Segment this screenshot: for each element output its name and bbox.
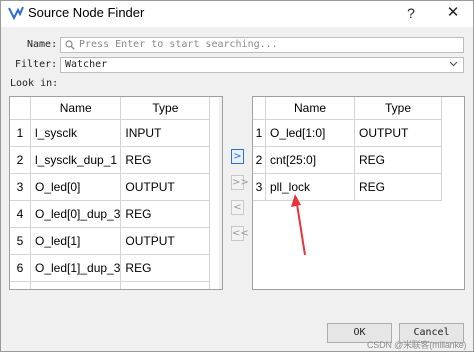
watermark-text: CSDN @米联客(milianke) [367, 340, 467, 350]
annotation-arrow-icon [291, 194, 306, 256]
source-node-finder-dialog: Source Node Finder ? ✕ Name: Press Enter… [0, 0, 474, 352]
